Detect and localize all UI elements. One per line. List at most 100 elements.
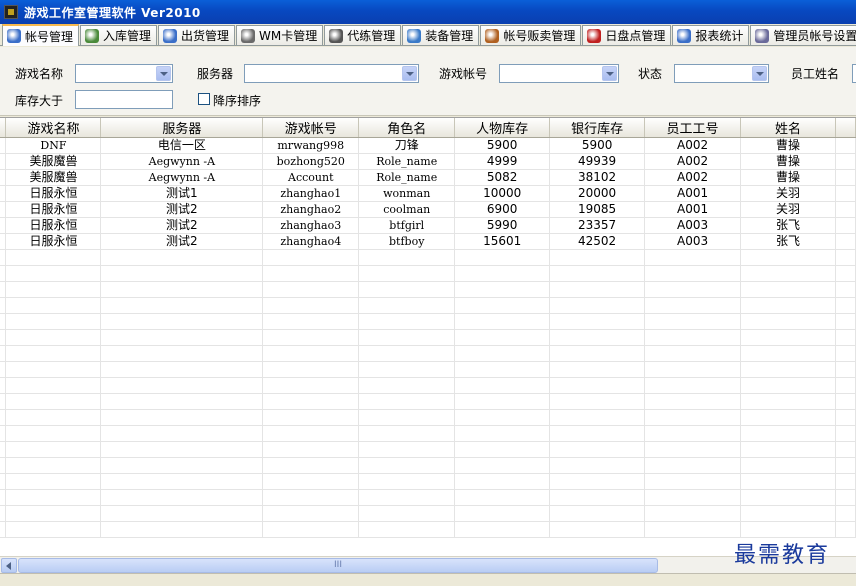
- chevron-down-icon[interactable]: [156, 66, 171, 81]
- table-row[interactable]: 日服永恒 测试1 zhanghao1 wonman 10000 20000 A001 关羽: [0, 185, 856, 202]
- table-cell[interactable]: [454, 505, 551, 522]
- column-header[interactable]: 游戏名称: [5, 118, 102, 138]
- table-cell[interactable]: [5, 441, 102, 458]
- tab-leveling[interactable]: 代练管理: [324, 25, 402, 45]
- tab-report[interactable]: 报表统计: [672, 25, 750, 45]
- table-cell[interactable]: [644, 425, 742, 442]
- table-cell[interactable]: [5, 249, 102, 266]
- table-cell[interactable]: [549, 329, 646, 346]
- table-cell[interactable]: [262, 249, 360, 266]
- table-cell[interactable]: 张飞: [740, 233, 836, 250]
- table-cell[interactable]: 5900: [454, 137, 551, 154]
- table-cell[interactable]: zhanghao1: [262, 185, 360, 202]
- table-cell[interactable]: [262, 441, 360, 458]
- desc-sort-checkbox[interactable]: [198, 93, 210, 105]
- table-row[interactable]: 日服永恒 测试2 zhanghao3 btfgirl 5990 23357 A003 张飞: [0, 217, 856, 234]
- table-row[interactable]: [0, 393, 856, 410]
- table-row[interactable]: [0, 505, 856, 522]
- column-header[interactable]: 员工工号: [644, 118, 742, 138]
- table-cell[interactable]: [644, 377, 742, 394]
- table-cell[interactable]: [644, 265, 742, 282]
- table-cell[interactable]: [740, 265, 836, 282]
- table-cell[interactable]: [100, 265, 264, 282]
- table-cell[interactable]: 关羽: [740, 185, 836, 202]
- table-cell[interactable]: [100, 473, 264, 490]
- table-cell[interactable]: [5, 409, 102, 426]
- table-cell[interactable]: A003: [644, 233, 742, 250]
- table-cell[interactable]: [740, 377, 836, 394]
- table-cell[interactable]: [644, 249, 742, 266]
- table-cell[interactable]: [262, 265, 360, 282]
- table-cell[interactable]: 5900: [549, 137, 646, 154]
- table-cell[interactable]: [454, 393, 551, 410]
- table-cell[interactable]: 曹操: [740, 169, 836, 186]
- table-row[interactable]: [0, 329, 856, 346]
- table-cell[interactable]: [358, 425, 456, 442]
- table-cell[interactable]: [549, 265, 646, 282]
- table-cell[interactable]: 曹操: [740, 153, 836, 170]
- table-cell[interactable]: [549, 441, 646, 458]
- tab-daily-check[interactable]: 日盘点管理: [582, 25, 672, 45]
- table-cell[interactable]: A001: [644, 201, 742, 218]
- table-cell[interactable]: [549, 361, 646, 378]
- chevron-down-icon[interactable]: [752, 66, 767, 81]
- table-cell[interactable]: A002: [644, 169, 742, 186]
- table-cell[interactable]: [549, 521, 646, 538]
- table-cell[interactable]: [100, 377, 264, 394]
- table-cell[interactable]: [5, 505, 102, 522]
- table-cell[interactable]: 日服永恒: [5, 201, 102, 218]
- table-cell[interactable]: [740, 249, 836, 266]
- table-cell[interactable]: Role_name: [358, 153, 456, 170]
- table-cell[interactable]: [100, 441, 264, 458]
- table-cell[interactable]: A002: [644, 153, 742, 170]
- table-cell[interactable]: 日服永恒: [5, 217, 102, 234]
- table-cell[interactable]: [5, 457, 102, 474]
- table-cell[interactable]: [358, 249, 456, 266]
- table-cell[interactable]: [100, 361, 264, 378]
- table-cell[interactable]: Role_name: [358, 169, 456, 186]
- table-cell[interactable]: [358, 265, 456, 282]
- table-cell[interactable]: 日服永恒: [5, 233, 102, 250]
- table-cell[interactable]: [5, 361, 102, 378]
- table-cell[interactable]: [5, 345, 102, 362]
- table-cell[interactable]: [454, 473, 551, 490]
- game-account-select[interactable]: [499, 64, 619, 83]
- chevron-down-icon[interactable]: [602, 66, 617, 81]
- table-cell[interactable]: [740, 473, 836, 490]
- table-row[interactable]: [0, 297, 856, 314]
- column-header[interactable]: 角色名: [358, 118, 456, 138]
- table-cell[interactable]: [740, 441, 836, 458]
- table-cell[interactable]: [262, 377, 360, 394]
- table-cell[interactable]: [100, 505, 264, 522]
- table-cell[interactable]: [549, 489, 646, 506]
- table-cell[interactable]: [358, 297, 456, 314]
- table-cell[interactable]: 6900: [454, 201, 551, 218]
- table-cell[interactable]: 15601: [454, 233, 551, 250]
- table-row[interactable]: [0, 345, 856, 362]
- table-row[interactable]: 美服魔兽 Aegwynn -A bozhong520 Role_name 4999 499…: [0, 153, 856, 170]
- tab-shipment[interactable]: 出货管理: [158, 25, 236, 45]
- table-cell[interactable]: [549, 425, 646, 442]
- table-cell[interactable]: [100, 489, 264, 506]
- table-cell[interactable]: [740, 329, 836, 346]
- table-cell[interactable]: [5, 521, 102, 538]
- table-cell[interactable]: [100, 281, 264, 298]
- table-cell[interactable]: 19085: [549, 201, 646, 218]
- table-cell[interactable]: DNF: [5, 137, 102, 154]
- table-cell[interactable]: [358, 345, 456, 362]
- table-cell[interactable]: 测试2: [100, 201, 264, 218]
- table-cell[interactable]: [262, 425, 360, 442]
- table-cell[interactable]: [262, 473, 360, 490]
- table-cell[interactable]: [454, 313, 551, 330]
- table-cell[interactable]: [644, 521, 742, 538]
- table-cell[interactable]: 日服永恒: [5, 185, 102, 202]
- table-cell[interactable]: [5, 489, 102, 506]
- table-cell[interactable]: [358, 457, 456, 474]
- table-cell[interactable]: [644, 393, 742, 410]
- table-cell[interactable]: [454, 297, 551, 314]
- table-cell[interactable]: [262, 505, 360, 522]
- table-cell[interactable]: 美服魔兽: [5, 169, 102, 186]
- table-cell[interactable]: [358, 329, 456, 346]
- table-cell[interactable]: [262, 393, 360, 410]
- table-cell[interactable]: zhanghao4: [262, 233, 360, 250]
